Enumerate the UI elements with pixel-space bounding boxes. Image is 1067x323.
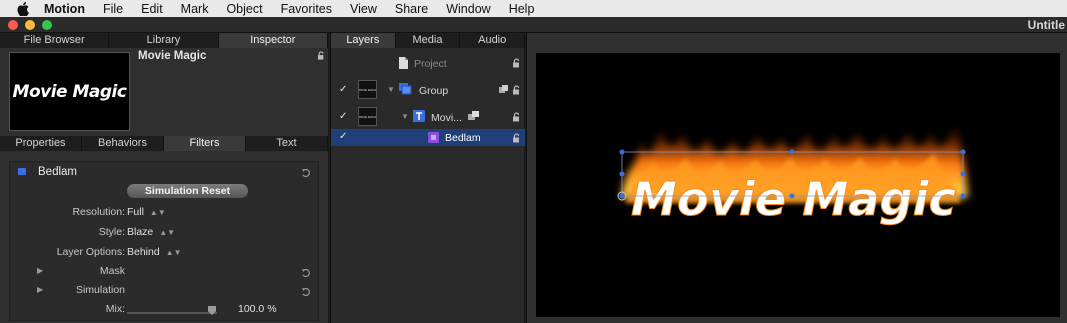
canvas-title-text: Movie Magic [631, 172, 956, 226]
popup-arrows-icon: ▲▼ [159, 228, 176, 237]
group-label: Mask [99, 265, 125, 277]
tab-media[interactable]: Media [396, 33, 461, 48]
layers-panel: Layers Media Audio Project ✓ MOVIE MAGIC… [330, 33, 526, 323]
browser-tabs: File Browser Library Inspector [0, 33, 328, 48]
disclosure-triangle-icon[interactable]: ▶ [37, 266, 43, 275]
layer-visibility-checkbox[interactable]: ✓ [339, 132, 349, 142]
reset-icon[interactable] [301, 287, 311, 297]
layers-tabs: Layers Media Audio [331, 33, 526, 48]
canvas-render: Movie Magic [617, 121, 968, 227]
layer-thumbnail: MOVIE MAGIC [358, 80, 377, 99]
layer-name: Group [419, 85, 449, 97]
layer-row-project[interactable]: Project [331, 51, 525, 77]
resolution-popup[interactable]: Full ▲▼ [127, 206, 166, 218]
tab-library[interactable]: Library [109, 33, 219, 48]
group-icon [399, 83, 412, 95]
reset-icon[interactable] [301, 268, 311, 278]
group-label: Simulation [75, 284, 125, 296]
text-layer-icon [413, 110, 425, 122]
lock-icon[interactable] [512, 112, 522, 122]
close-window-button[interactable] [8, 20, 18, 30]
window-title-bar: Untitle [0, 17, 1067, 33]
layer-name: Movi... [431, 112, 462, 124]
disclosure-triangle-icon[interactable]: ▼ [401, 112, 409, 121]
tab-properties[interactable]: Properties [0, 136, 82, 151]
param-row-mix: Mix: 100.0 % [10, 303, 320, 321]
filter-header: Bedlam [10, 164, 320, 182]
filter-name: Bedlam [38, 166, 77, 178]
menu-edit[interactable]: Edit [141, 2, 163, 16]
filter-icon [428, 132, 439, 143]
lock-icon[interactable] [317, 51, 326, 60]
param-row-style: Style: Blaze ▲▼ [10, 226, 320, 244]
filter-parameters: Bedlam Simulation Reset Resolution: Full… [9, 161, 319, 321]
menu-mark[interactable]: Mark [181, 2, 209, 16]
popup-arrows-icon: ▲▼ [149, 208, 166, 217]
layer-row-group[interactable]: ✓ MOVIE MAGIC ▼ Group [331, 77, 525, 103]
menu-help[interactable]: Help [509, 2, 535, 16]
layer-options-popup[interactable]: Behind ▲▼ [127, 246, 182, 258]
reset-icon[interactable] [301, 168, 311, 178]
tab-text[interactable]: Text [246, 136, 328, 151]
apple-icon[interactable] [15, 1, 31, 16]
tab-audio[interactable]: Audio [460, 33, 526, 48]
param-group-mask[interactable]: ▶ Mask [10, 265, 320, 283]
mix-slider-track[interactable] [127, 312, 217, 314]
disclosure-triangle-icon[interactable]: ▼ [387, 85, 395, 94]
canvas-panel: Movie Magic [526, 33, 1067, 323]
stack-icon[interactable] [499, 85, 509, 95]
inspector-panel: File Browser Library Inspector Movie Mag… [0, 33, 328, 323]
layer-name: Project [414, 58, 447, 70]
menu-window[interactable]: Window [446, 2, 490, 16]
layer-visibility-checkbox[interactable]: ✓ [339, 112, 349, 122]
lock-icon[interactable] [512, 85, 522, 95]
lock-icon[interactable] [512, 133, 522, 143]
menu-app-motion[interactable]: Motion [44, 2, 85, 16]
minimize-window-button[interactable] [25, 20, 35, 30]
param-label: Resolution: [72, 206, 125, 218]
window-title: Untitle [1027, 18, 1065, 32]
mix-value-field[interactable]: 100.0 % [238, 303, 277, 315]
inspector-subtabs: Properties Behaviors Filters Text [0, 136, 328, 151]
layer-name: Bedlam [445, 132, 481, 144]
menu-share[interactable]: Share [395, 2, 428, 16]
zoom-window-button[interactable] [42, 20, 52, 30]
style-popup[interactable]: Blaze ▲▼ [127, 226, 175, 238]
object-name: Movie Magic [138, 50, 207, 62]
param-label: Layer Options: [56, 246, 125, 258]
layer-visibility-checkbox[interactable]: ✓ [339, 85, 349, 95]
menu-view[interactable]: View [350, 2, 377, 16]
project-document-icon [399, 57, 408, 69]
param-label: Mix: [105, 303, 125, 315]
lock-icon[interactable] [512, 58, 522, 68]
param-row-layer-options: Layer Options: Behind ▲▼ [10, 246, 320, 264]
simulation-reset-button[interactable]: Simulation Reset [127, 184, 248, 198]
preview-text: Movie Magic [12, 81, 127, 102]
param-group-simulation[interactable]: ▶ Simulation [10, 284, 320, 302]
tab-file-browser[interactable]: File Browser [0, 33, 110, 48]
disclosure-triangle-icon[interactable]: ▶ [37, 285, 43, 294]
filter-stack-icon[interactable] [468, 111, 480, 121]
menu-file[interactable]: File [103, 2, 123, 16]
canvas-viewer[interactable]: Movie Magic [536, 53, 1060, 317]
layer-thumbnail: MOVIE MAGIC [358, 107, 377, 126]
filter-enable-checkbox[interactable] [18, 168, 26, 175]
tab-layers[interactable]: Layers [331, 33, 396, 48]
param-row-resolution: Resolution: Full ▲▼ [10, 206, 320, 224]
menu-favorites[interactable]: Favorites [281, 2, 332, 16]
object-preview-thumbnail: Movie Magic [9, 52, 130, 131]
menu-object[interactable]: Object [226, 2, 262, 16]
tab-filters[interactable]: Filters [164, 136, 246, 151]
layer-row-bedlam[interactable]: ✓ Bedlam [331, 129, 525, 146]
param-label: Style: [98, 226, 125, 238]
layer-row-movie-magic[interactable]: ✓ MOVIE MAGIC ▼ Movi... [331, 104, 525, 130]
tab-behaviors[interactable]: Behaviors [82, 136, 164, 151]
tab-inspector[interactable]: Inspector [218, 33, 328, 48]
menu-bar: Motion File Edit Mark Object Favorites V… [0, 0, 1067, 17]
popup-arrows-icon: ▲▼ [165, 248, 182, 257]
